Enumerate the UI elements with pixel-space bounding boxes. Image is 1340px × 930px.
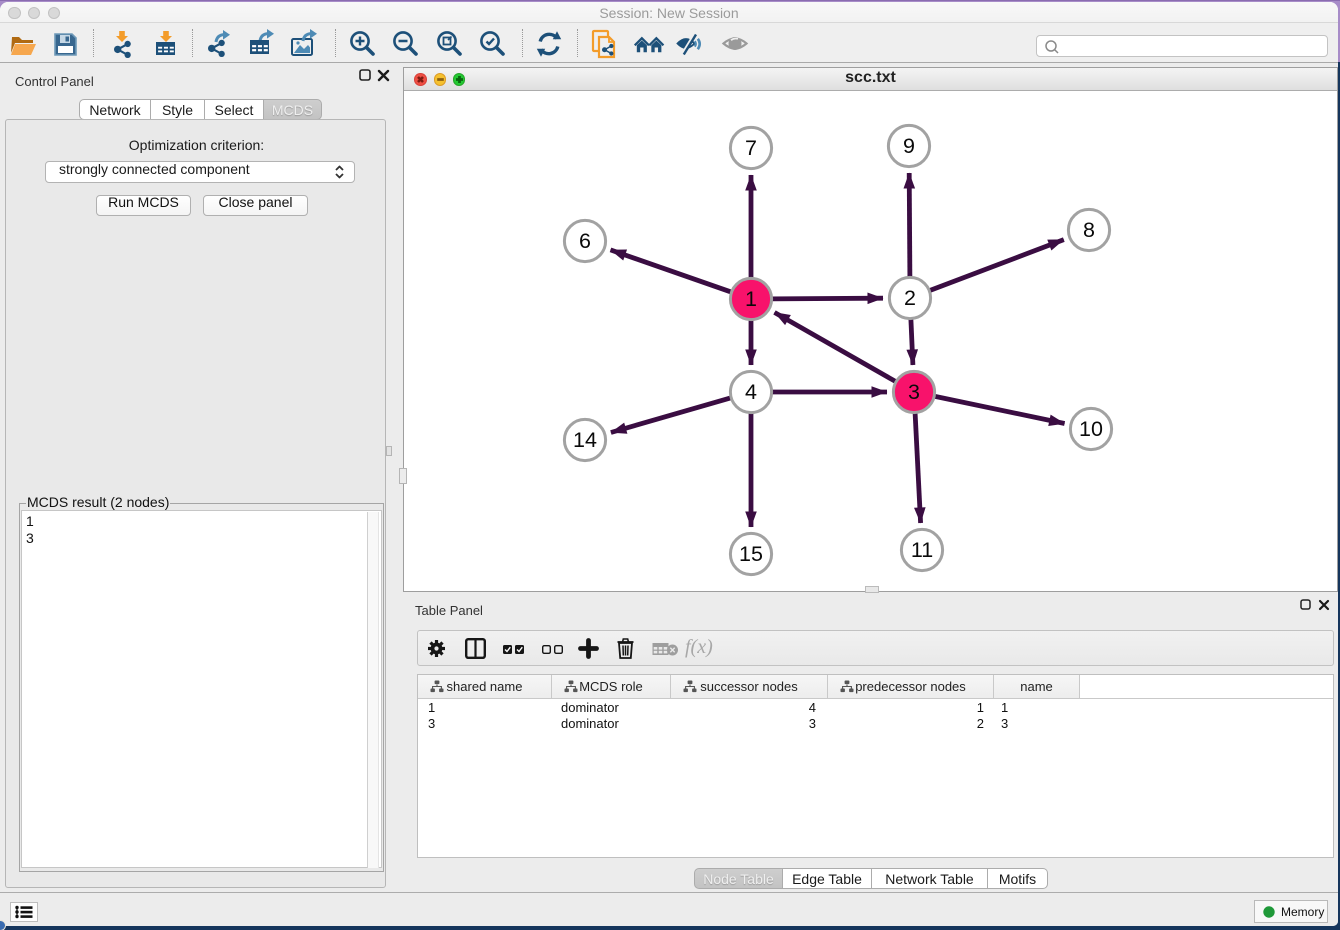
svg-text:1: 1 xyxy=(745,287,757,311)
svg-text:10: 10 xyxy=(1079,417,1103,441)
svg-text:14: 14 xyxy=(573,428,597,452)
svg-text:6: 6 xyxy=(579,229,591,253)
svg-text:15: 15 xyxy=(739,542,763,566)
svg-text:2: 2 xyxy=(904,286,916,310)
svg-text:11: 11 xyxy=(911,538,933,562)
svg-text:9: 9 xyxy=(903,134,915,158)
svg-text:7: 7 xyxy=(745,136,757,160)
svg-text:4: 4 xyxy=(745,380,757,404)
svg-text:8: 8 xyxy=(1083,218,1095,242)
svg-text:3: 3 xyxy=(908,380,920,404)
